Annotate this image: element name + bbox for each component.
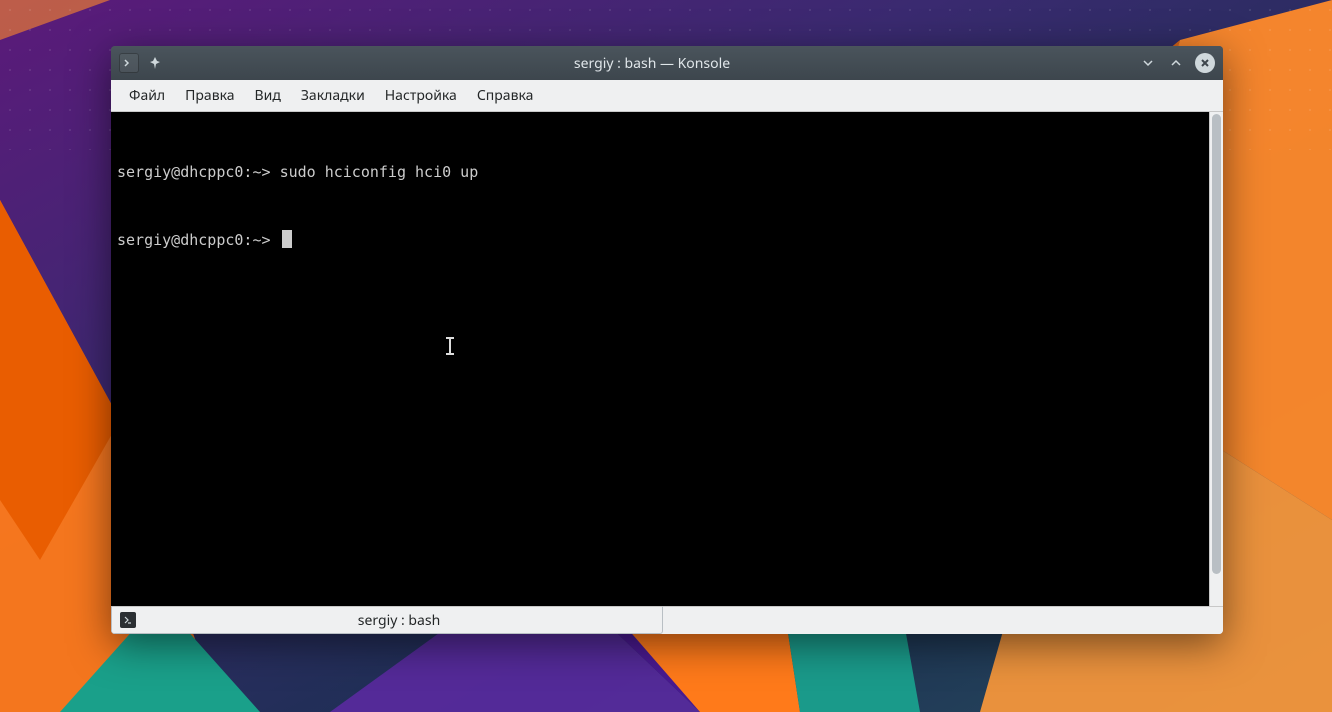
maximize-button[interactable] [1167,54,1185,72]
menu-bookmarks[interactable]: Закладки [291,82,375,109]
minimize-button[interactable] [1139,54,1157,72]
vertical-scrollbar[interactable] [1209,112,1223,606]
menu-settings[interactable]: Настройка [375,82,467,109]
menu-edit[interactable]: Правка [175,82,244,109]
close-button[interactable] [1195,53,1215,73]
titlebar[interactable]: sergiy : bash — Konsole [111,46,1223,80]
tab-label: sergiy : bash [144,611,654,630]
terminal[interactable]: sergiy@dhcppc0:~> sudo hciconfig hci0 up… [111,112,1209,606]
prompt: sergiy@dhcppc0:~> [117,163,280,181]
terminal-line: sergiy@dhcppc0:~> [117,229,1203,252]
menu-help[interactable]: Справка [467,82,544,109]
konsole-window: sergiy : bash — Konsole Файл Правка Вид … [111,46,1223,634]
command-text: sudo hciconfig hci0 up [280,163,479,181]
pin-icon[interactable] [145,53,165,73]
terminal-app-icon[interactable] [119,53,139,73]
terminal-icon [120,612,136,628]
menu-view[interactable]: Вид [245,82,291,109]
scrollbar-thumb[interactable] [1212,114,1221,574]
titlebar-left [119,53,165,73]
terminal-wrap: sergiy@dhcppc0:~> sudo hciconfig hci0 up… [111,112,1223,606]
window-title: sergiy : bash — Konsole [165,54,1139,73]
cursor-icon [282,230,292,248]
terminal-line: sergiy@dhcppc0:~> sudo hciconfig hci0 up [117,161,1203,184]
tabbar: sergiy : bash [111,606,1223,634]
tab-session[interactable]: sergiy : bash [111,606,663,634]
menubar: Файл Правка Вид Закладки Настройка Справ… [111,80,1223,112]
desktop: sergiy : bash — Konsole Файл Правка Вид … [0,0,1332,712]
titlebar-right [1139,53,1215,73]
menu-file[interactable]: Файл [119,82,175,109]
text-cursor-icon [449,337,451,355]
window-body: sergiy@dhcppc0:~> sudo hciconfig hci0 up… [111,112,1223,634]
prompt: sergiy@dhcppc0:~> [117,231,280,249]
